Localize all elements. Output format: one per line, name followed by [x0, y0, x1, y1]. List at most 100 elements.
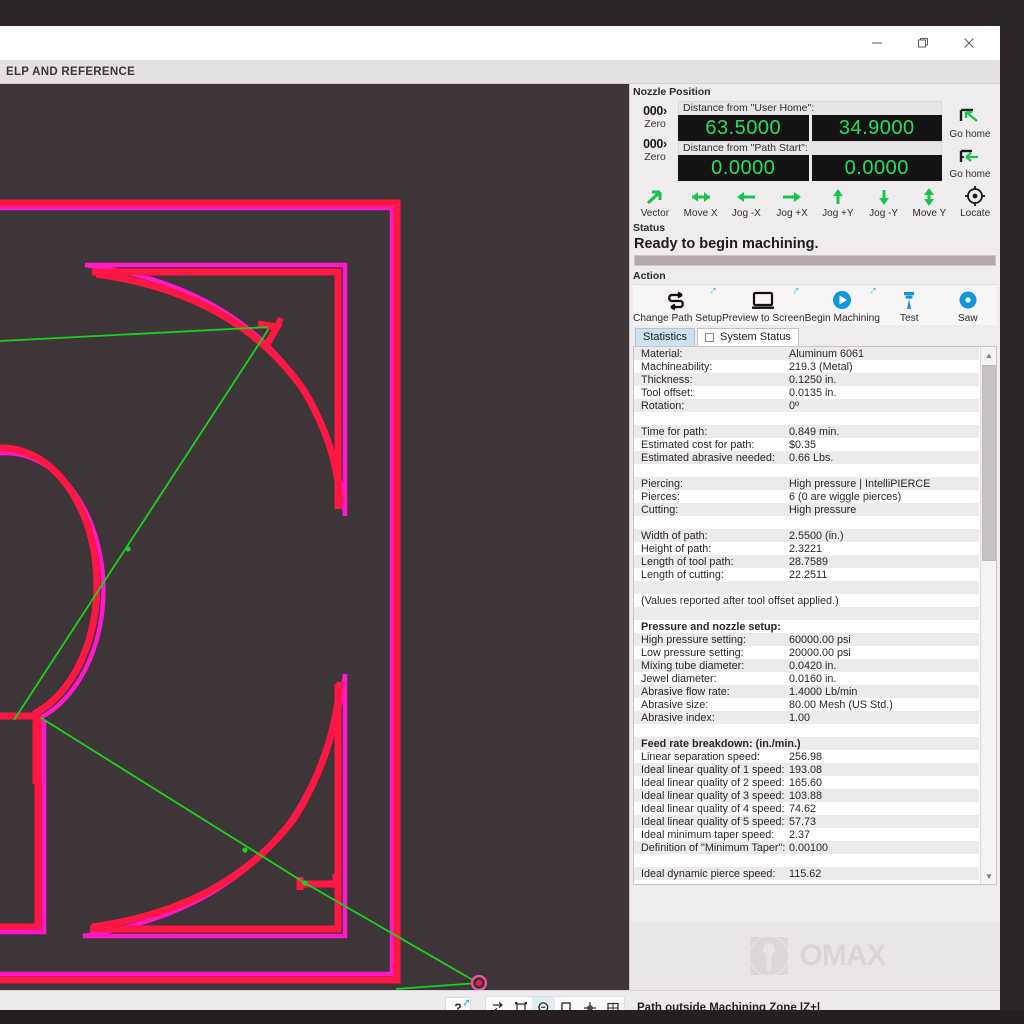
statistics-row: Piercing:High pressure | IntelliPIERCE [634, 477, 979, 490]
user-home-x-readout: 63.5000 [678, 115, 809, 141]
saw-disc-icon [957, 290, 979, 312]
statistics-row [634, 464, 979, 477]
test-button[interactable]: Test [880, 285, 939, 325]
statistics-value: Aluminum 6061 [789, 348, 979, 360]
saw-button[interactable]: Saw [938, 285, 997, 325]
statistics-row [634, 854, 979, 867]
menu-bar[interactable]: ELP AND REFERENCE [0, 60, 1000, 84]
jog-button-vector[interactable]: Vector [632, 182, 678, 220]
statistics-key: Low pressure setting: [641, 647, 789, 659]
statistics-row: Ideal linear quality of 3 speed:103.88 [634, 789, 979, 802]
system-status-checkbox[interactable] [705, 333, 714, 342]
scroll-up-icon[interactable]: ▲ [981, 347, 997, 363]
scrollbar-thumb[interactable] [982, 365, 996, 561]
go-home-user-button[interactable]: Go home [942, 101, 998, 141]
desktop-top-bar [0, 0, 1024, 26]
tab-statistics[interactable]: Statistics [635, 328, 695, 346]
statistics-key: Abrasive size: [641, 699, 789, 711]
zero-user-home-label: Zero [644, 119, 666, 130]
jog-button-plus-y[interactable]: Jog +Y [815, 182, 861, 220]
statistics-key: Ideal linear quality of 5 speed: [641, 816, 789, 828]
statistics-value: 0.849 min. [789, 426, 979, 438]
statistics-key: Definition of "Minimum Taper": [641, 842, 789, 854]
statistics-value: High pressure [789, 504, 979, 516]
help-button[interactable]: ? ⤤ [445, 997, 471, 1011]
statistics-row: Mixing tube diameter:0.0420 in. [634, 659, 979, 672]
statistics-key: Piercing: [641, 478, 789, 490]
jog-button-plus-x[interactable]: Jog +X [769, 182, 815, 220]
preview-to-screen-button[interactable]: Preview to Screen ⤤ [722, 285, 805, 325]
statistics-value: 2.5500 (in.) [789, 530, 979, 542]
statistics-key: Tool offset: [641, 387, 789, 399]
nozzle-test-icon [899, 290, 919, 312]
omax-logo-footer: OMAX [630, 922, 1000, 990]
jog-button-minus-x[interactable]: Jog -X [724, 182, 770, 220]
cad-canvas[interactable] [0, 84, 629, 990]
statistics-value: 103.88 [789, 790, 979, 802]
path-start-readout-row: Distance from "Path Start": 0.0000 0.000… [678, 141, 942, 181]
zoom-icon[interactable] [532, 997, 555, 1011]
shortcut-tick-2: ⤤ [794, 287, 799, 296]
tab-system-status[interactable]: System Status [697, 328, 799, 346]
maximize-icon[interactable] [900, 26, 946, 60]
statistics-value: 256.98 [789, 751, 979, 763]
statistics-value: 219.3 (Metal) [789, 361, 979, 373]
omax-logo-text: OMAX [800, 939, 886, 973]
menu-item-help-and-reference[interactable]: ELP AND REFERENCE [0, 66, 141, 78]
jog-label-locate: Locate [960, 208, 990, 219]
statistics-row: Machineability:219.3 (Metal) [634, 360, 979, 373]
statistics-key: Ideal linear quality of 1 speed: [641, 764, 789, 776]
jog-button-move-x[interactable]: Move X [678, 182, 724, 220]
close-icon[interactable] [946, 26, 992, 60]
statistics-value: 2.3221 [789, 543, 979, 555]
statistics-key: Rotation: [641, 400, 789, 412]
statistics-row: Abrasive flow rate:1.4000 Lb/min [634, 685, 979, 698]
begin-machining-button[interactable]: Begin Machining ⤤ [805, 285, 880, 325]
statistics-value: 60000.00 psi [789, 634, 979, 646]
pan-move-icon[interactable] [578, 997, 601, 1011]
statistics-row: Estimated abrasive needed:0.66 Lbs. [634, 451, 979, 464]
test-label: Test [900, 313, 919, 324]
change-path-setup-button[interactable]: Change Path Setup ⤤ [633, 285, 722, 325]
statistics-value: 115.62 [789, 868, 979, 880]
zoom-window-icon[interactable] [555, 997, 578, 1011]
swap-arrows-icon[interactable] [486, 997, 509, 1011]
zero-path-start-button[interactable]: 000› Zero [632, 134, 678, 167]
zero-path-start-label: Zero [644, 152, 666, 163]
zero-user-home-button[interactable]: 000› Zero [632, 101, 678, 134]
statistics-key: Ideal linear quality of 2 speed: [641, 777, 789, 789]
statistics-value: 74.62 [789, 803, 979, 815]
go-home-path-button[interactable]: Go home [942, 141, 998, 181]
statistics-row: Linear separation speed:256.98 [634, 750, 979, 763]
begin-machining-label: Begin Machining [805, 313, 880, 324]
desktop-bottom-edge [0, 1010, 1024, 1024]
statistics-key: Time for path: [641, 426, 789, 438]
statistics-row: Feed rate breakdown: (in./min.) [634, 737, 979, 750]
statistics-row: Length of cutting:22.2511 [634, 568, 979, 581]
minimize-icon[interactable] [854, 26, 900, 60]
status-bar-message: Path outside Machining Zone |Z+| [637, 1002, 820, 1011]
jog-button-move-y[interactable]: Move Y [907, 182, 953, 220]
scrollbar-track[interactable] [981, 363, 997, 868]
crosshair-target-icon [963, 185, 987, 207]
scroll-down-icon[interactable]: ▼ [981, 868, 997, 884]
select-box-icon[interactable] [509, 997, 532, 1011]
jog-button-locate[interactable]: Locate [952, 182, 998, 220]
statistics-row: Ideal minimum taper speed:2.37 [634, 828, 979, 841]
statistics-row [634, 581, 979, 594]
go-home-column: Go home Go home [942, 101, 998, 181]
statistics-scrollbar[interactable]: ▲ ▼ [980, 347, 996, 884]
arrow-up-right-icon [643, 187, 667, 207]
statistics-key: Abrasive index: [641, 712, 789, 724]
arrows-vertical-icon [919, 187, 939, 207]
statistics-panel[interactable]: Material:Aluminum 6061Machineability:219… [633, 346, 997, 885]
jog-label-plus-y: Jog +Y [822, 208, 853, 219]
statistics-key: Cutting: [641, 504, 789, 516]
statistics-row: Ideal linear quality of 5 speed:57.73 [634, 815, 979, 828]
path-start-caption: Distance from "Path Start": [678, 141, 942, 155]
statistics-row: Ideal linear quality of 2 speed:165.60 [634, 776, 979, 789]
statistics-value: High pressure | IntelliPIERCE [789, 478, 979, 490]
jog-button-minus-y[interactable]: Jog -Y [861, 182, 907, 220]
fit-screen-icon[interactable] [601, 997, 624, 1011]
statistics-value: 0º [789, 400, 979, 412]
